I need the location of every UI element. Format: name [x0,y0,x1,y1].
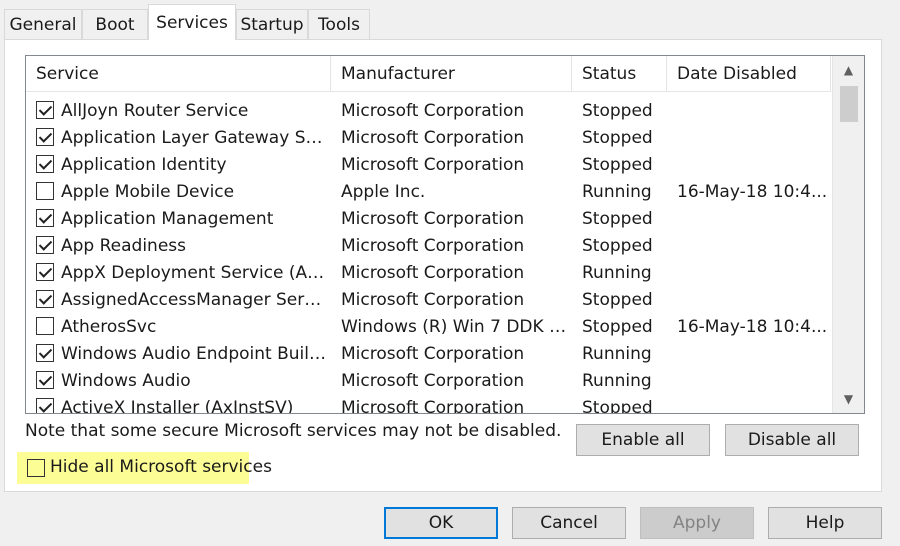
table-row[interactable]: AtherosSvc Windows (R) Win 7 DDK pr... Sto… [26,313,831,340]
service-manufacturer: Microsoft Corporation [341,262,525,283]
chevron-up-icon[interactable]: ▲ [833,56,864,84]
tab-startup[interactable]: Startup [236,9,308,39]
service-name: AssignedAccessManager Service [61,289,331,310]
tab-tools[interactable]: Tools [308,9,370,39]
list-header: Service Manufacturer Status Date Disable… [26,56,831,92]
service-checkbox[interactable] [36,344,54,362]
service-date-disabled: 16-May-18 10:4... [677,181,828,202]
service-name: ActiveX Installer (AxInstSV) [61,397,294,414]
cancel-button[interactable]: Cancel [512,507,626,539]
table-row[interactable]: Application Management Microsoft Corporat… [26,205,831,232]
service-name: Application Layer Gateway Service [61,127,331,148]
service-manufacturer: Microsoft Corporation [341,235,525,256]
help-button[interactable]: Help [768,507,882,539]
secure-services-note: Note that some secure Microsoft services… [25,421,562,441]
apply-button[interactable]: Apply [640,507,754,539]
table-row[interactable]: Windows Audio Endpoint Builder Microsoft … [26,340,831,367]
table-row[interactable]: ActiveX Installer (AxInstSV) Microsoft Co… [26,394,831,414]
service-name: Windows Audio [61,370,191,391]
service-manufacturer: Microsoft Corporation [341,208,525,229]
service-rows: AllJoyn Router Service Microsoft Corporat… [26,97,831,414]
service-status: Stopped [582,208,653,229]
services-list[interactable]: Service Manufacturer Status Date Disable… [25,55,865,414]
service-manufacturer: Microsoft Corporation [341,397,525,414]
service-checkbox[interactable] [36,317,54,335]
service-status: Stopped [582,397,653,414]
service-checkbox[interactable] [36,155,54,173]
column-header-date-disabled[interactable]: Date Disabled [667,56,831,92]
service-name: Application Management [61,208,274,229]
service-date-disabled: 16-May-18 10:4... [677,316,828,337]
service-status: Stopped [582,154,653,175]
service-status: Running [582,181,652,202]
service-status: Stopped [582,235,653,256]
enable-all-button[interactable]: Enable all [576,424,710,456]
service-checkbox[interactable] [36,236,54,254]
table-row[interactable]: Application Identity Microsoft Corporatio… [26,151,831,178]
service-manufacturer: Microsoft Corporation [341,127,525,148]
column-header-service[interactable]: Service [26,56,331,92]
service-manufacturer: Windows (R) Win 7 DDK pr... [341,316,572,337]
service-name: App Readiness [61,235,187,256]
table-row[interactable]: Windows Audio Microsoft Corporation Runnin… [26,367,831,394]
service-manufacturer: Microsoft Corporation [341,289,525,310]
tab-boot[interactable]: Boot [82,9,148,39]
service-status: Running [582,370,652,391]
service-manufacturer: Microsoft Corporation [341,100,525,121]
service-status: Stopped [582,316,653,337]
service-manufacturer: Microsoft Corporation [341,343,525,364]
table-row[interactable]: AllJoyn Router Service Microsoft Corporat… [26,97,831,124]
table-row[interactable]: Apple Mobile Device Apple Inc. Running 16-M… [26,178,831,205]
chevron-down-icon[interactable]: ▼ [833,385,864,413]
table-row[interactable]: AppX Deployment Service (AppX... Microsof… [26,259,831,286]
hide-microsoft-services-checkbox[interactable] [27,459,45,477]
service-manufacturer: Microsoft Corporation [341,154,525,175]
services-panel: Service Manufacturer Status Date Disable… [4,39,882,492]
column-header-manufacturer[interactable]: Manufacturer [331,56,572,92]
disable-all-button[interactable]: Disable all [725,424,859,456]
service-name: AppX Deployment Service (AppX... [61,262,331,283]
table-row[interactable]: App Readiness Microsoft Corporation Stoppe… [26,232,831,259]
service-checkbox[interactable] [36,290,54,308]
service-checkbox[interactable] [36,371,54,389]
tab-services[interactable]: Services [148,4,236,40]
service-status: Stopped [582,127,653,148]
service-manufacturer: Microsoft Corporation [341,370,525,391]
ok-button[interactable]: OK [384,507,498,539]
vertical-scrollbar[interactable]: ▲ ▼ [832,56,864,413]
hide-microsoft-services-label: Hide all Microsoft services [50,457,272,477]
service-checkbox[interactable] [36,209,54,227]
service-name: AtherosSvc [61,316,157,337]
column-header-status[interactable]: Status [572,56,667,92]
service-manufacturer: Apple Inc. [341,181,426,202]
service-checkbox[interactable] [36,263,54,281]
service-status: Stopped [582,289,653,310]
scrollbar-thumb[interactable] [840,86,858,122]
table-row[interactable]: Application Layer Gateway Service Microso… [26,124,831,151]
service-name: Apple Mobile Device [61,181,235,202]
service-checkbox[interactable] [36,398,54,413]
service-checkbox[interactable] [36,101,54,119]
service-status: Stopped [582,100,653,121]
service-status: Running [582,262,652,283]
tab-general[interactable]: General [4,9,82,39]
service-checkbox[interactable] [36,182,54,200]
service-name: AllJoyn Router Service [61,100,249,121]
table-row[interactable]: AssignedAccessManager Service Microsoft C… [26,286,831,313]
service-checkbox[interactable] [36,128,54,146]
hide-microsoft-services[interactable]: Hide all Microsoft services [17,452,272,484]
service-status: Running [582,343,652,364]
service-name: Application Identity [61,154,227,175]
tab-strip: General Boot Services Startup Tools [0,0,900,40]
service-name: Windows Audio Endpoint Builder [61,343,331,364]
